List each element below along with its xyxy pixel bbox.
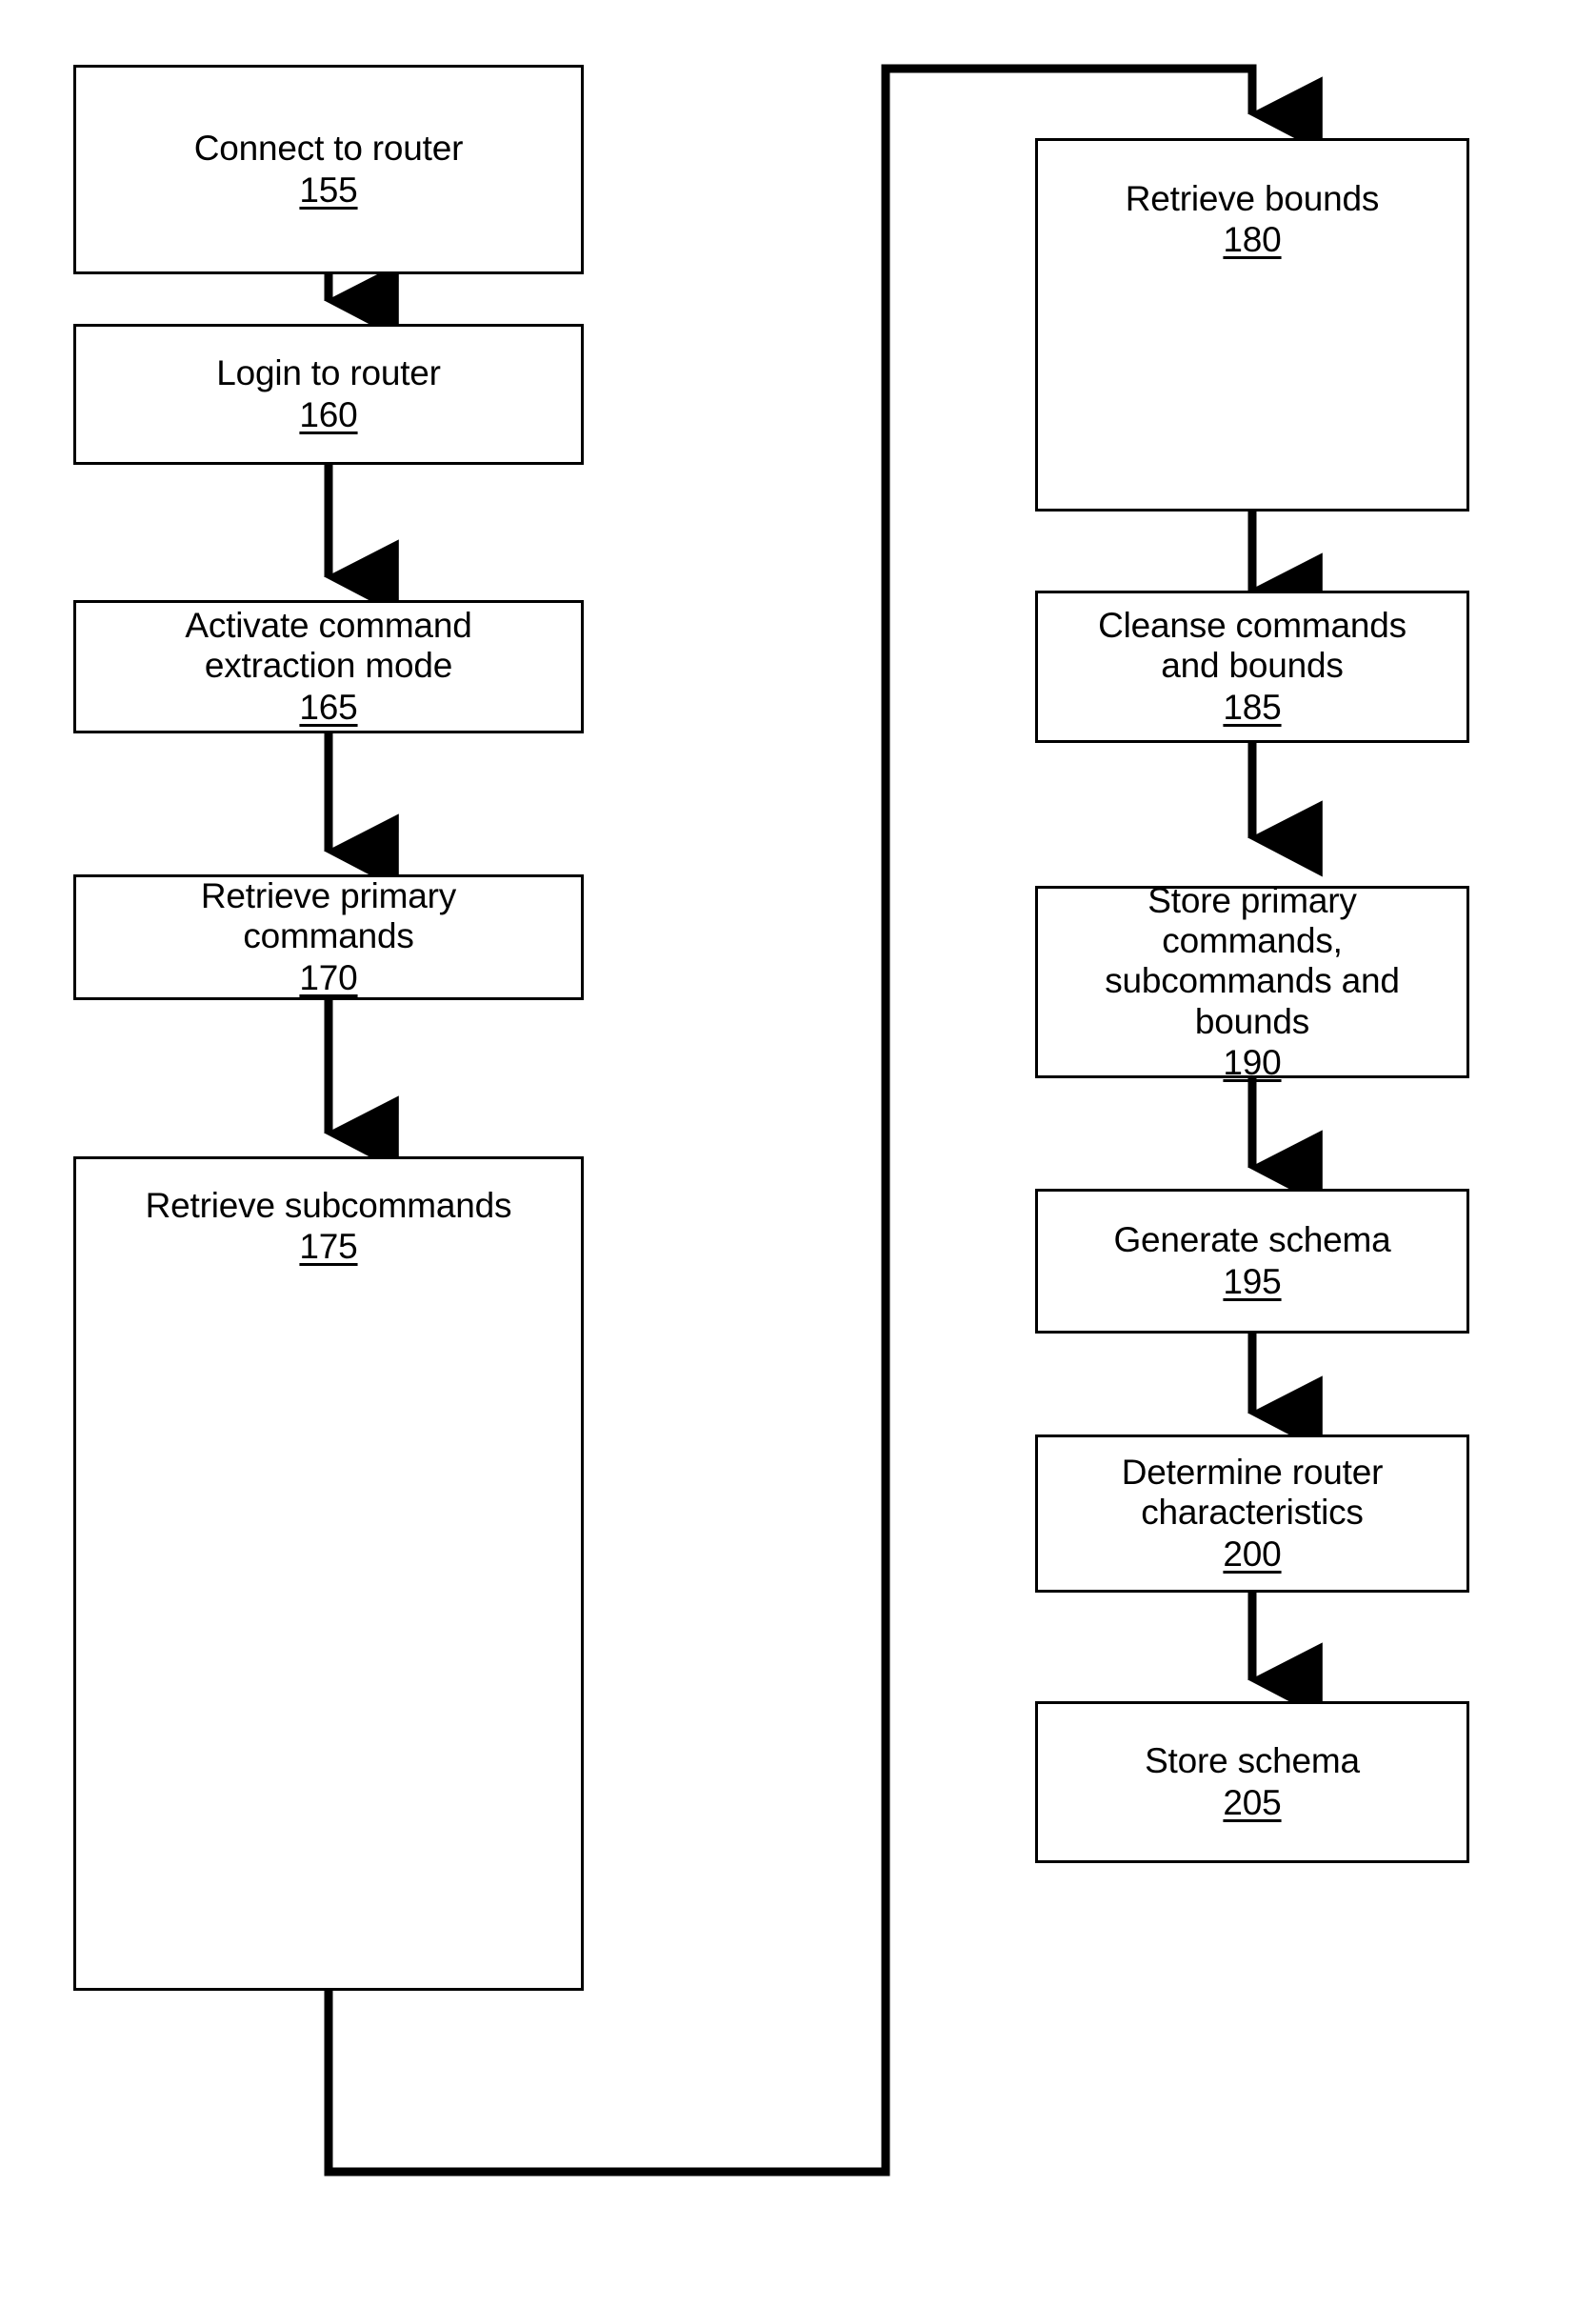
node-reference-number: 170 [299,957,358,997]
node-determine-router-characteristics[interactable]: Determine router characteristics 200 [1035,1434,1469,1593]
flowchart-canvas: Connect to router 155 Login to router 16… [0,0,1596,2307]
node-label: Retrieve subcommands [145,1186,512,1225]
node-reference-number: 185 [1223,687,1282,727]
node-reference-number: 200 [1223,1534,1282,1574]
node-label: Determine router characteristics [1121,1453,1384,1533]
node-label: Retrieve bounds [1125,179,1380,218]
node-label: Login to router [216,353,441,393]
node-label: Generate schema [1113,1220,1391,1260]
node-label: Store schema [1145,1741,1360,1781]
node-reference-number: 155 [299,170,358,210]
node-generate-schema[interactable]: Generate schema 195 [1035,1189,1469,1334]
node-activate-command-extraction-mode[interactable]: Activate command extraction mode 165 [73,600,584,733]
node-retrieve-bounds[interactable]: Retrieve bounds 180 [1035,138,1469,512]
node-reference-number: 195 [1223,1261,1282,1301]
node-connect-to-router[interactable]: Connect to router 155 [73,65,584,274]
node-store-schema[interactable]: Store schema 205 [1035,1701,1469,1863]
node-reference-number: 190 [1223,1042,1282,1082]
node-label: Activate command extraction mode [185,606,472,686]
node-login-to-router[interactable]: Login to router 160 [73,324,584,465]
node-label: Connect to router [193,129,464,169]
node-label: Store primary commands, subcommands and … [1105,881,1400,1041]
node-label: Retrieve primary commands [200,876,457,956]
node-store-primary-commands-subcommands-and-bounds[interactable]: Store primary commands, subcommands and … [1035,881,1469,1082]
node-reference-number: 160 [299,394,358,434]
node-label: Cleanse commands and bounds [1098,606,1406,686]
node-retrieve-subcommands[interactable]: Retrieve subcommands 175 [73,1156,584,1991]
node-cleanse-commands-and-bounds[interactable]: Cleanse commands and bounds 185 [1035,591,1469,743]
node-reference-number: 175 [299,1227,358,1267]
node-reference-number: 165 [299,687,358,727]
node-reference-number: 180 [1223,220,1282,260]
node-reference-number: 205 [1223,1782,1282,1822]
node-retrieve-primary-commands[interactable]: Retrieve primary commands 170 [73,874,584,1000]
